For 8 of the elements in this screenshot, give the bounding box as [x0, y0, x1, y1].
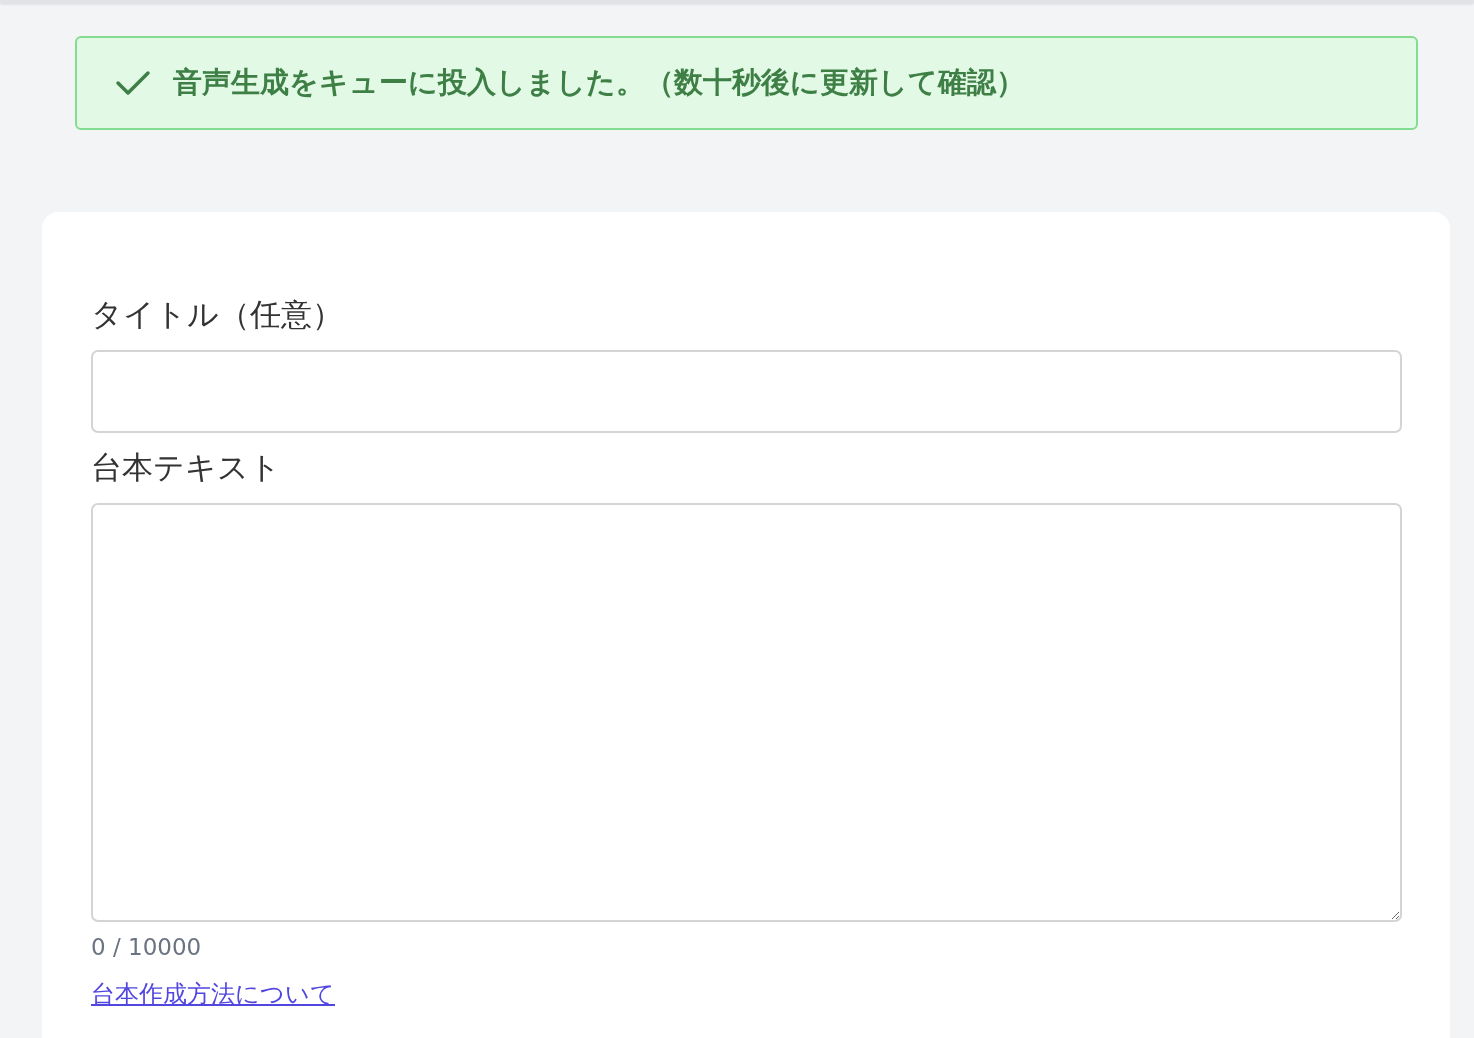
field-label: タイトル（任意）: [91, 295, 343, 334]
checkmark-icon: [115, 69, 151, 97]
alert-message: 音声生成をキューに投入しました。（数十秒後に更新して確認）: [173, 64, 1025, 101]
script-guide-link[interactable]: 台本作成方法について: [91, 978, 335, 1010]
character-counter: 0 / 10000: [91, 933, 202, 962]
field-label: 台本テキスト: [91, 448, 281, 487]
title-input-field[interactable]: [91, 350, 1402, 433]
script-text-field[interactable]: [91, 503, 1402, 922]
